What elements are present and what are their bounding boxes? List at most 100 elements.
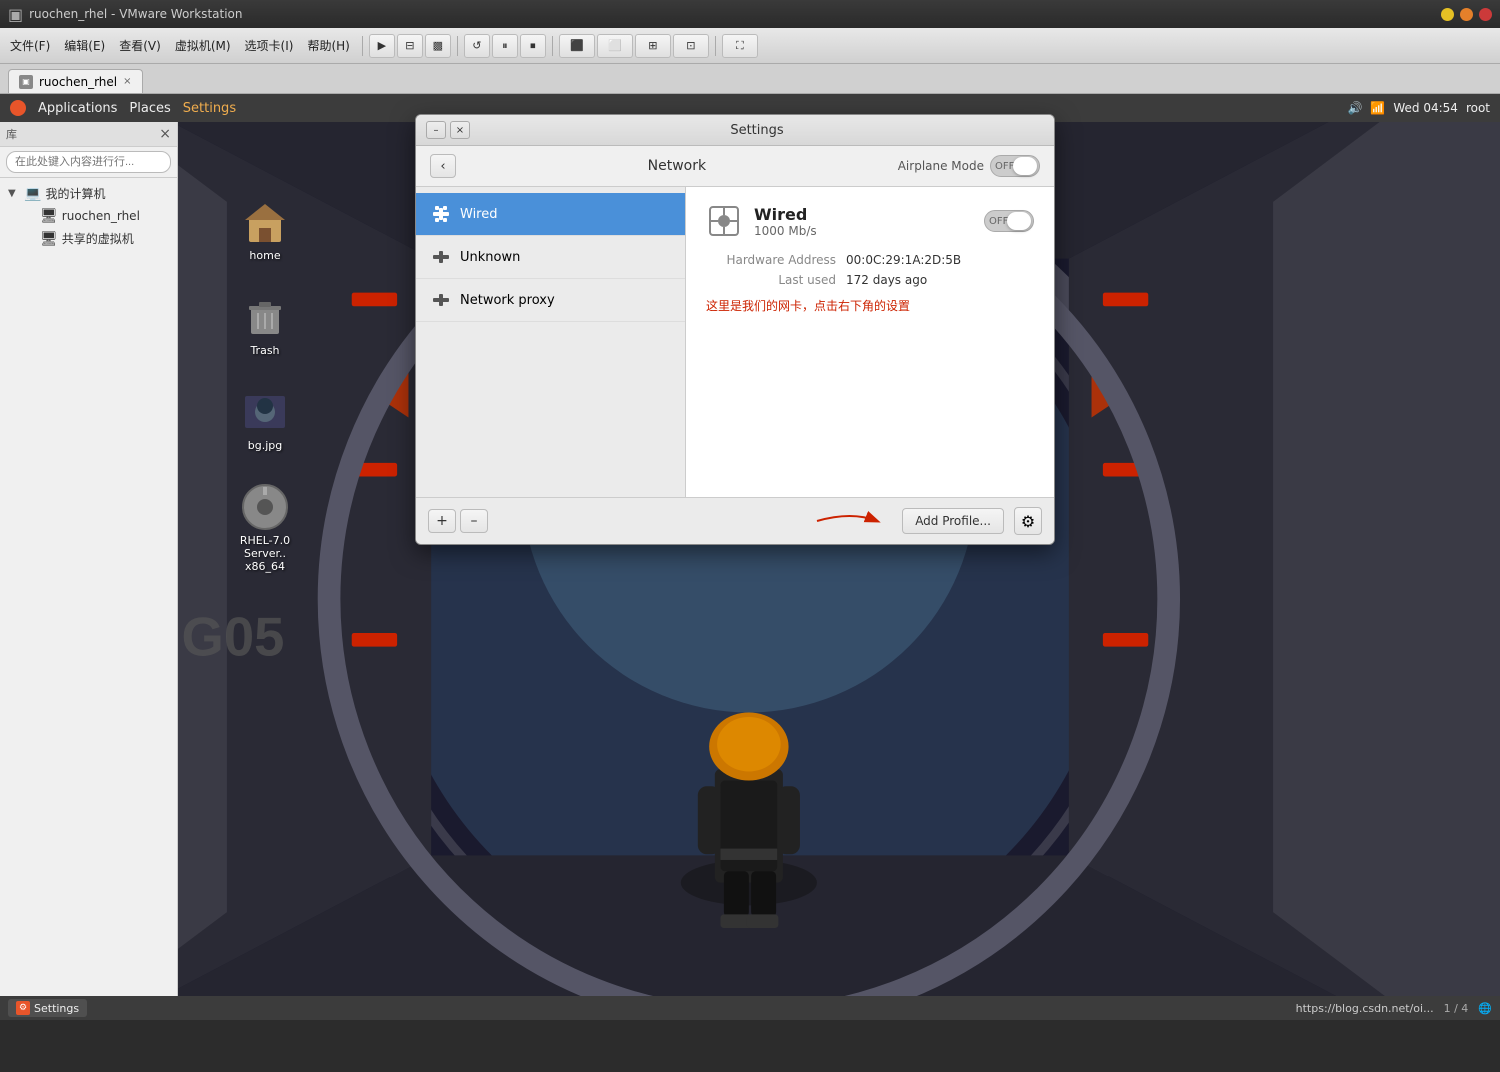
vmware-app-icon: ▣ (8, 5, 23, 24)
menu-vm[interactable]: 虚拟机(M) (169, 35, 237, 56)
gnome-distro-icon (10, 100, 26, 116)
wired-toggle-label: OFF (989, 216, 1008, 227)
tree-label-shared: 共享的虚拟机 (62, 230, 134, 247)
sidebar-tree: ▼ 💻 我的计算机 🖥 ruochen_rhel 🖥 共享的虚拟机 (0, 178, 177, 1020)
gnome-user[interactable]: root (1466, 101, 1490, 115)
settings-body: Wired Unknown (416, 187, 1054, 497)
sidebar-search-input[interactable] (6, 151, 171, 173)
toolbar-btn-5[interactable]: ⏸ (492, 34, 518, 58)
hardware-address-label: Hardware Address (706, 253, 836, 267)
svg-text:G05: G05 (182, 607, 285, 668)
sidebar: 库 × ▼ 💻 我的计算机 🖥 ruochen_rhel 🖥 共享的虚拟机 (0, 122, 178, 1020)
add-connection-btn[interactable]: + (428, 509, 456, 533)
gnome-menu-places[interactable]: Places (123, 99, 176, 118)
tree-label-ruochen: ruochen_rhel (62, 209, 140, 223)
wired-toggle-control: OFF (984, 210, 1034, 232)
net-item-unknown[interactable]: Unknown (416, 236, 685, 279)
toolbar-btn-vm2[interactable]: ⬜ (597, 34, 633, 58)
menu-tabs[interactable]: 选项卡(I) (239, 35, 300, 56)
menu-help[interactable]: 帮助(H) (301, 35, 355, 56)
wired-detail-icon (706, 203, 742, 239)
vmware-title: ruochen_rhel - VMware Workstation (29, 7, 242, 21)
gnome-menu-applications[interactable]: Applications (32, 99, 123, 118)
tree-item-ruochen[interactable]: 🖥 ruochen_rhel (0, 205, 177, 227)
airplane-mode-toggle[interactable]: OFF (990, 155, 1040, 177)
desktop-icon-bg[interactable]: bg.jpg (230, 384, 300, 456)
menu-file[interactable]: 文件(F) (4, 35, 56, 56)
gnome-time: Wed 04:54 (1393, 101, 1458, 115)
unknown-list-icon (430, 246, 452, 268)
taskbar-settings-icon: ⚙ (16, 1001, 30, 1015)
arrow-annotation (812, 506, 892, 536)
toolbar-btn-vm4[interactable]: ⊡ (673, 34, 709, 58)
tree-vm-icon: 🖥 (40, 208, 58, 224)
toggle-knob (1013, 157, 1037, 175)
bg-icon (241, 388, 289, 436)
wired-header: Wired 1000 Mb/s OFF (706, 203, 1034, 239)
toolbar-separator-4 (715, 36, 716, 56)
desktop-icon-trash[interactable]: Trash (230, 289, 300, 361)
desktop-icon-home[interactable]: home (230, 194, 300, 266)
toolbar-btn-vm3[interactable]: ⊞ (635, 34, 671, 58)
airplane-toggle-label: OFF (995, 161, 1014, 172)
net-item-unknown-label: Unknown (460, 250, 520, 265)
settings-title: Settings (470, 123, 1044, 138)
tab-close-btn[interactable]: × (123, 76, 131, 87)
toolbar-btn-2[interactable]: ⊟ (397, 34, 423, 58)
dialog-close-btn[interactable]: × (450, 121, 470, 139)
network-right-panel: Wired 1000 Mb/s OFF Hardware Address 00:… (686, 187, 1054, 497)
wired-speed: 1000 Mb/s (754, 224, 972, 238)
airplane-mode-control: Airplane Mode OFF (898, 155, 1040, 177)
vm-tab[interactable]: ▣ ruochen_rhel × (8, 69, 143, 93)
network-header: ‹ Network Airplane Mode OFF (416, 146, 1054, 187)
minimize-button[interactable] (1441, 8, 1454, 21)
home-icon-label: home (249, 249, 280, 262)
dialog-minimize-btn[interactable]: – (426, 121, 446, 139)
back-button[interactable]: ‹ (430, 154, 456, 178)
net-item-proxy[interactable]: Network proxy (416, 279, 685, 322)
gnome-sound-icon[interactable]: 🔊 (1347, 101, 1362, 115)
network-title: Network (466, 158, 888, 174)
vmware-toolbar: 文件(F) 编辑(E) 查看(V) 虚拟机(M) 选项卡(I) 帮助(H) ▶ … (0, 28, 1500, 64)
toolbar-btn-1[interactable]: ▶ (369, 34, 395, 58)
gnome-network-icon[interactable]: 📶 (1370, 101, 1385, 115)
taskbar-settings-label: Settings (34, 1002, 79, 1015)
wired-toggle[interactable]: OFF (984, 210, 1034, 232)
menu-view[interactable]: 查看(V) (113, 35, 167, 56)
restore-button[interactable] (1460, 8, 1473, 21)
toolbar-btn-4[interactable]: ↺ (464, 34, 490, 58)
net-item-wired-label: Wired (460, 207, 498, 222)
toolbar-btn-6[interactable]: ⏹ (520, 34, 546, 58)
trash-icon (241, 293, 289, 341)
home-icon (241, 198, 289, 246)
network-left-panel: Wired Unknown (416, 187, 686, 497)
gear-settings-btn[interactable]: ⚙ (1014, 507, 1042, 535)
page-indicator: 1 / 4 (1444, 1002, 1469, 1015)
gear-icon: ⚙ (1021, 512, 1035, 531)
hardware-address-row: Hardware Address 00:0C:29:1A:2D:5B (706, 253, 1034, 267)
dialog-controls: – × (426, 121, 470, 139)
bg-icon-label: bg.jpg (248, 439, 282, 452)
close-button[interactable] (1479, 8, 1492, 21)
tree-item-shared[interactable]: 🖥 共享的虚拟机 (0, 227, 177, 250)
net-item-wired[interactable]: Wired (416, 193, 685, 236)
rhel-icon-label: RHEL-7.0 Server.. x86_64 (233, 534, 298, 573)
toolbar-btn-vm1[interactable]: ⬛ (559, 34, 595, 58)
taskbar-globe-icon: 🌐 (1478, 1002, 1492, 1015)
footer-left-buttons: + – (428, 509, 488, 533)
sidebar-close-btn[interactable]: × (159, 126, 171, 142)
tree-item-mycomputer[interactable]: ▼ 💻 我的计算机 (0, 182, 177, 205)
sidebar-header-label: 库 (6, 126, 17, 142)
add-profile-button[interactable]: Add Profile... (902, 508, 1004, 534)
taskbar-settings[interactable]: ⚙ Settings (8, 999, 87, 1017)
last-used-value: 172 days ago (846, 273, 927, 287)
toolbar-fullscreen[interactable]: ⛶ (722, 34, 758, 58)
tree-expand-icon: ▼ (8, 188, 20, 199)
remove-connection-btn[interactable]: – (460, 509, 488, 533)
last-used-row: Last used 172 days ago (706, 273, 1034, 287)
gnome-menu-settings[interactable]: Settings (177, 99, 242, 118)
wired-name: Wired (754, 205, 972, 224)
desktop-icon-rhel[interactable]: RHEL-7.0 Server.. x86_64 (230, 479, 300, 577)
menu-edit[interactable]: 编辑(E) (58, 35, 111, 56)
toolbar-btn-3[interactable]: ▩ (425, 34, 451, 58)
